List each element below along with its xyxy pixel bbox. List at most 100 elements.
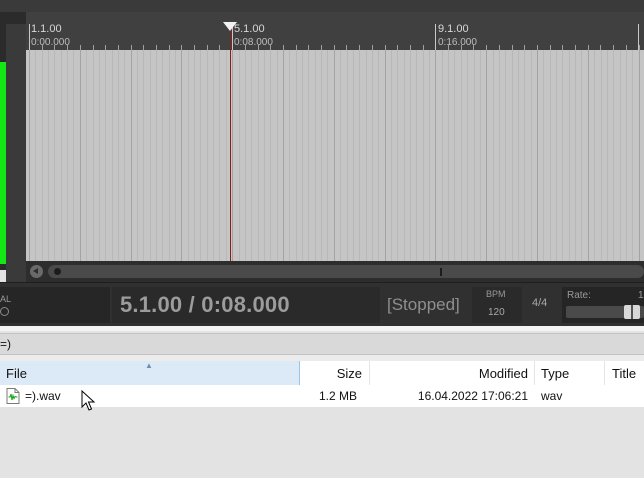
grid-line [594, 50, 595, 261]
scroll-track[interactable] [48, 265, 644, 278]
grid-line [397, 50, 398, 261]
grid-line [404, 50, 405, 261]
grid-line [35, 50, 36, 261]
grid-line [550, 50, 551, 261]
grid-line [423, 50, 424, 261]
ruler-major-line [638, 24, 639, 50]
grid-line [626, 50, 627, 261]
grid-line [188, 50, 189, 261]
grid-line [194, 50, 195, 261]
grid-line [42, 50, 43, 261]
grid-line [175, 50, 176, 261]
grid-line [562, 50, 563, 261]
ruler-time-label: 0:08.000 [234, 37, 273, 48]
grid-line [410, 50, 411, 261]
path-input[interactable]: =) [0, 337, 11, 351]
grid-line [73, 50, 74, 261]
ruler-bar-label: 5.1.00 [234, 23, 265, 35]
grid-line [391, 50, 392, 261]
bpm-label: BPM [486, 289, 506, 299]
grid-line [499, 50, 500, 261]
circle-icon[interactable] [0, 307, 9, 316]
scroll-thumb-start[interactable] [54, 268, 61, 275]
track-panel-strip [0, 12, 26, 282]
grid-line [162, 50, 163, 261]
track-panel-edge [6, 24, 26, 282]
sort-ascending-icon: ▲ [145, 361, 153, 370]
grid-line [232, 50, 233, 261]
grid-line [366, 50, 367, 261]
rate-label: Rate: [567, 290, 591, 301]
grid-line [86, 50, 87, 261]
grid-line [347, 50, 348, 261]
grid-line [99, 50, 100, 261]
file-size: 1.2 MB [318, 389, 357, 403]
play-status: [Stopped] [387, 295, 460, 314]
file-list-header: ▲ File Size Modified Type Title [0, 361, 644, 386]
column-header-modified[interactable]: Modified [370, 361, 535, 385]
grid-line [124, 50, 125, 261]
grid-line [258, 50, 259, 261]
scroll-left-arrow-icon[interactable] [30, 265, 43, 278]
grid-line [378, 50, 379, 261]
grid-line [493, 50, 494, 261]
grid-line [270, 50, 271, 261]
grid-line [264, 50, 265, 261]
position-display[interactable]: 5.1.00 / 0:08.000 [120, 292, 290, 318]
file-list-row[interactable]: =).wav 1.2 MB 16.04.2022 17:06:21 wav [0, 385, 644, 407]
grid-line [137, 50, 138, 261]
path-bar[interactable]: =) [0, 333, 644, 355]
transport-left-label: AL [0, 294, 12, 304]
column-header-size[interactable]: Size [300, 361, 370, 385]
time-signature[interactable]: 4/4 [532, 297, 547, 309]
ruler-major-line [29, 24, 30, 50]
edit-cursor-marker-icon[interactable] [223, 22, 237, 31]
column-header-file[interactable]: ▲ File [0, 361, 300, 385]
grid-line [29, 50, 30, 261]
grid-line [435, 50, 436, 261]
transport-bar: AL 5.1.00 / 0:08.000 [Stopped] BPM 120 4… [0, 282, 644, 327]
grid-line [251, 50, 252, 261]
file-modified: 16.04.2022 17:06:21 [417, 389, 528, 403]
grid-line [105, 50, 106, 261]
grid-line [207, 50, 208, 261]
grid-line [245, 50, 246, 261]
grid-line [61, 50, 62, 261]
file-name[interactable]: =).wav [25, 385, 61, 407]
mouse-pointer-icon [81, 390, 95, 411]
grid-line [340, 50, 341, 261]
grid-line [200, 50, 201, 261]
grid-line [372, 50, 373, 261]
bpm-value[interactable]: 120 [488, 307, 505, 318]
grid-line [308, 50, 309, 261]
grid-line [556, 50, 557, 261]
column-header-file-label: File [6, 366, 27, 381]
grid-line [537, 50, 538, 261]
ruler-major-line [435, 24, 436, 50]
timeline-ruler[interactable]: 1.1.00 0:00.000 5.1.00 0:08.000 9.1.00 0… [26, 12, 644, 50]
grid-line [67, 50, 68, 261]
file-list[interactable]: =).wav 1.2 MB 16.04.2022 17:06:21 wav [0, 385, 644, 478]
grid-line [277, 50, 278, 261]
column-header-title[interactable]: Title [605, 361, 644, 385]
scroll-thumb-end[interactable] [440, 268, 442, 276]
grid-line [302, 50, 303, 261]
grid-line [181, 50, 182, 261]
grid-line [448, 50, 449, 261]
grid-line [219, 50, 220, 261]
grid-line [143, 50, 144, 261]
arrange-view[interactable] [26, 50, 644, 261]
grid-line [213, 50, 214, 261]
edit-cursor-line[interactable] [230, 30, 231, 261]
rate-slider-thumb[interactable] [624, 305, 640, 319]
grid-line [93, 50, 94, 261]
grid-line [239, 50, 240, 261]
column-header-type[interactable]: Type [535, 361, 605, 385]
grid-line [512, 50, 513, 261]
level-meter [0, 62, 6, 264]
horizontal-scrollbar[interactable] [26, 261, 644, 282]
grid-line [118, 50, 119, 261]
grid-line [131, 50, 132, 261]
panel-separator[interactable] [0, 326, 644, 331]
grid-line [359, 50, 360, 261]
